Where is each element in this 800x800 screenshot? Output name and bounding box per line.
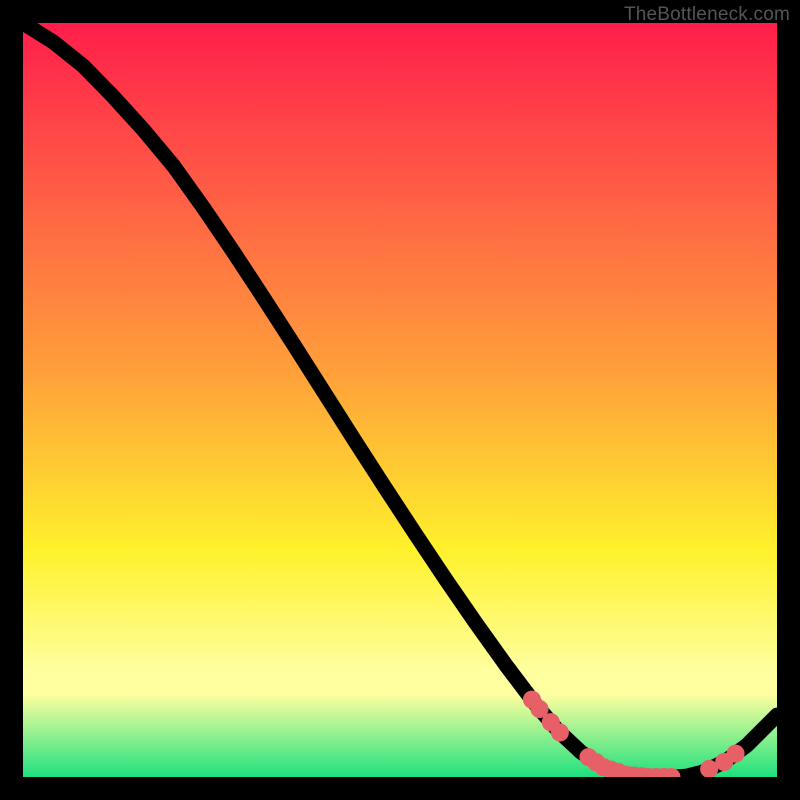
plot-area: [23, 23, 777, 777]
chart-stage: TheBottleneck.com: [0, 0, 800, 800]
curve-marker: [702, 762, 716, 776]
curve-marker: [664, 770, 678, 777]
curve-marker: [532, 702, 546, 716]
curve-marker: [553, 725, 567, 739]
curve-marker: [728, 746, 742, 760]
gradient-background: [23, 23, 777, 777]
plot-svg: [23, 23, 777, 777]
